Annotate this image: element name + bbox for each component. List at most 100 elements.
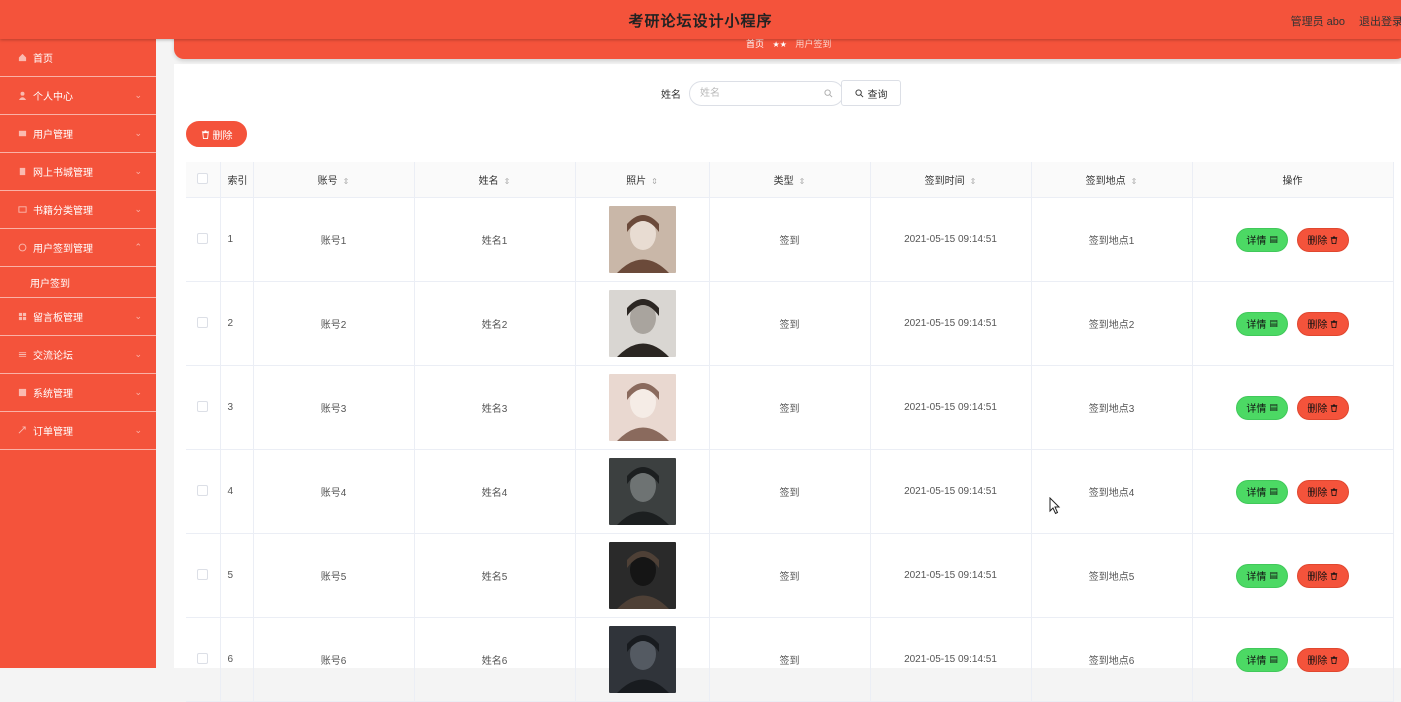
sidebar-item-system[interactable]: 系统管理 ⌄ (0, 374, 156, 412)
row-checkbox[interactable] (197, 316, 209, 328)
detail-button[interactable]: 详情 ▤ (1236, 227, 1289, 252)
trash-icon (1331, 571, 1338, 580)
sidebar-item-profile[interactable]: 个人中心 ⌄ (0, 77, 156, 115)
row-select-cell[interactable] (186, 281, 221, 366)
sort-icon[interactable]: ⇕ (651, 177, 658, 186)
table-row: 1 账号1 姓名1 签到 2021-05-15 09:14:51 签到地点1 详… (186, 197, 1394, 282)
row-select-cell[interactable] (186, 617, 221, 702)
sidebar-item-users[interactable]: 用户管理 ⌄ (0, 115, 156, 153)
row-checkbox[interactable] (197, 652, 209, 664)
header-account[interactable]: 账号 ⇕ (253, 162, 415, 198)
cell-type: 签到 (709, 617, 871, 702)
delete-button[interactable]: 删除 (1296, 311, 1349, 336)
sidebar-item-orders[interactable]: 订单管理 ⌄ (0, 412, 156, 450)
cell-time: 2021-05-15 09:14:51 (870, 617, 1032, 702)
avatar-photo[interactable] (608, 458, 676, 525)
header-photo[interactable]: 照片 ⇕ (575, 162, 710, 198)
avatar-photo[interactable] (608, 626, 676, 693)
header-type[interactable]: 类型 ⇕ (709, 162, 871, 198)
avatar-photo[interactable] (608, 290, 676, 357)
header-place[interactable]: 签到地点 ⇕ (1031, 162, 1193, 198)
detail-button[interactable]: 详情 ▤ (1236, 563, 1289, 588)
sort-icon[interactable]: ⇕ (1131, 177, 1138, 186)
sidebar-item-bookstore[interactable]: 网上书城管理 ⌄ (0, 153, 156, 191)
detail-button[interactable]: 详情 ▤ (1236, 395, 1289, 420)
sort-icon[interactable]: ⇕ (343, 177, 350, 186)
home-icon (18, 53, 27, 62)
table-row: 3 账号3 姓名3 签到 2021-05-15 09:14:51 签到地点3 详… (186, 365, 1394, 450)
query-button-label: 查询 (867, 89, 888, 101)
checkin-icon (18, 243, 27, 252)
sidebar-item-book-category[interactable]: 书籍分类管理 ⌄ (0, 191, 156, 229)
header-name[interactable]: 姓名 ⇕ (414, 162, 576, 198)
cell-index: 4 (220, 449, 254, 534)
delete-button[interactable]: 删除 (1296, 479, 1349, 504)
sort-icon[interactable]: ⇕ (504, 177, 511, 186)
cell-place: 签到地点6 (1031, 617, 1193, 702)
sidebar-item-checkin-management[interactable]: 用户签到管理 ⌃ (0, 229, 156, 267)
sidebar-item-label: 系统管理 (33, 389, 73, 400)
breadcrumb-home[interactable]: 首页 (746, 39, 764, 49)
row-checkbox[interactable] (197, 232, 209, 244)
batch-delete-button[interactable]: 删除 (186, 121, 247, 147)
sidebar-item-message-board[interactable]: 留言板管理 ⌄ (0, 298, 156, 336)
document-icon: ▤ (1269, 234, 1278, 244)
current-user: 管理员 abo (1290, 16, 1345, 28)
cell-place: 签到地点2 (1031, 281, 1193, 366)
cell-time: 2021-05-15 09:14:51 (870, 533, 1032, 618)
sidebar-item-label: 用户管理 (33, 130, 73, 141)
cell-account: 账号1 (253, 197, 415, 282)
avatar-photo[interactable] (608, 374, 676, 441)
sort-icon[interactable]: ⇕ (799, 177, 806, 186)
detail-button[interactable]: 详情 ▤ (1236, 311, 1289, 336)
row-checkbox[interactable] (197, 400, 209, 412)
header-time[interactable]: 签到时间 ⇕ (870, 162, 1032, 198)
cell-time: 2021-05-15 09:14:51 (870, 449, 1032, 534)
header-actions: 操作 (1192, 162, 1394, 198)
main-content: 姓名 查询 删除 索引 账号 ⇕ 姓名 ⇕ 照片 ⇕ 类型 ⇕ 签到时间 ⇕ 签到地点 ⇕ (174, 64, 1401, 702)
avatar-photo[interactable] (608, 542, 676, 609)
row-select-cell[interactable] (186, 197, 221, 282)
chevron-down-icon: ⌄ (134, 90, 142, 100)
sidebar-subitem-checkin[interactable]: 用户签到 (0, 267, 156, 298)
sidebar-item-forum[interactable]: 交流论坛 ⌄ (0, 336, 156, 374)
delete-button-label: 删除 (1307, 320, 1328, 331)
select-all-checkbox[interactable] (197, 172, 209, 184)
cell-photo (575, 617, 710, 702)
row-checkbox[interactable] (197, 568, 209, 580)
document-icon: ▤ (1269, 486, 1278, 496)
select-all-cell[interactable] (186, 162, 221, 198)
table-header-row: 索引 账号 ⇕ 姓名 ⇕ 照片 ⇕ 类型 ⇕ 签到时间 ⇕ 签到地点 ⇕ 操作 (186, 162, 1394, 198)
cell-name: 姓名3 (414, 365, 576, 450)
sidebar-item-home[interactable]: 首页 (0, 39, 156, 77)
query-button[interactable]: 查询 (841, 80, 901, 106)
cell-index: 1 (220, 197, 254, 282)
row-checkbox[interactable] (197, 484, 209, 496)
search-icon (824, 88, 833, 97)
avatar-photo[interactable] (608, 206, 676, 273)
cell-photo (575, 365, 710, 450)
cell-name: 姓名6 (414, 617, 576, 702)
detail-button-label: 详情 (1246, 236, 1267, 247)
cell-type: 签到 (709, 365, 871, 450)
sidebar-item-label: 用户签到 (30, 278, 70, 290)
logout-link[interactable]: 退出登录 (1359, 13, 1401, 29)
cell-actions: 详情 ▤ 删除 (1192, 281, 1394, 366)
delete-button[interactable]: 删除 (1296, 563, 1349, 588)
chevron-down-icon: ⌄ (134, 311, 142, 321)
search-label: 姓名 (661, 89, 681, 101)
delete-button[interactable]: 删除 (1296, 395, 1349, 420)
search-input[interactable] (689, 80, 844, 106)
row-select-cell[interactable] (186, 533, 221, 618)
row-select-cell[interactable] (186, 449, 221, 534)
search-row: 姓名 查询 (661, 80, 901, 106)
detail-button[interactable]: 详情 ▤ (1236, 479, 1289, 504)
cell-type: 签到 (709, 281, 871, 366)
grid-icon (18, 312, 27, 321)
sort-icon[interactable]: ⇕ (970, 177, 977, 186)
row-select-cell[interactable] (186, 365, 221, 450)
document-icon: ▤ (1269, 318, 1278, 328)
document-icon: ▤ (1269, 402, 1278, 412)
delete-button[interactable]: 删除 (1296, 227, 1349, 252)
cell-index: 2 (220, 281, 254, 366)
